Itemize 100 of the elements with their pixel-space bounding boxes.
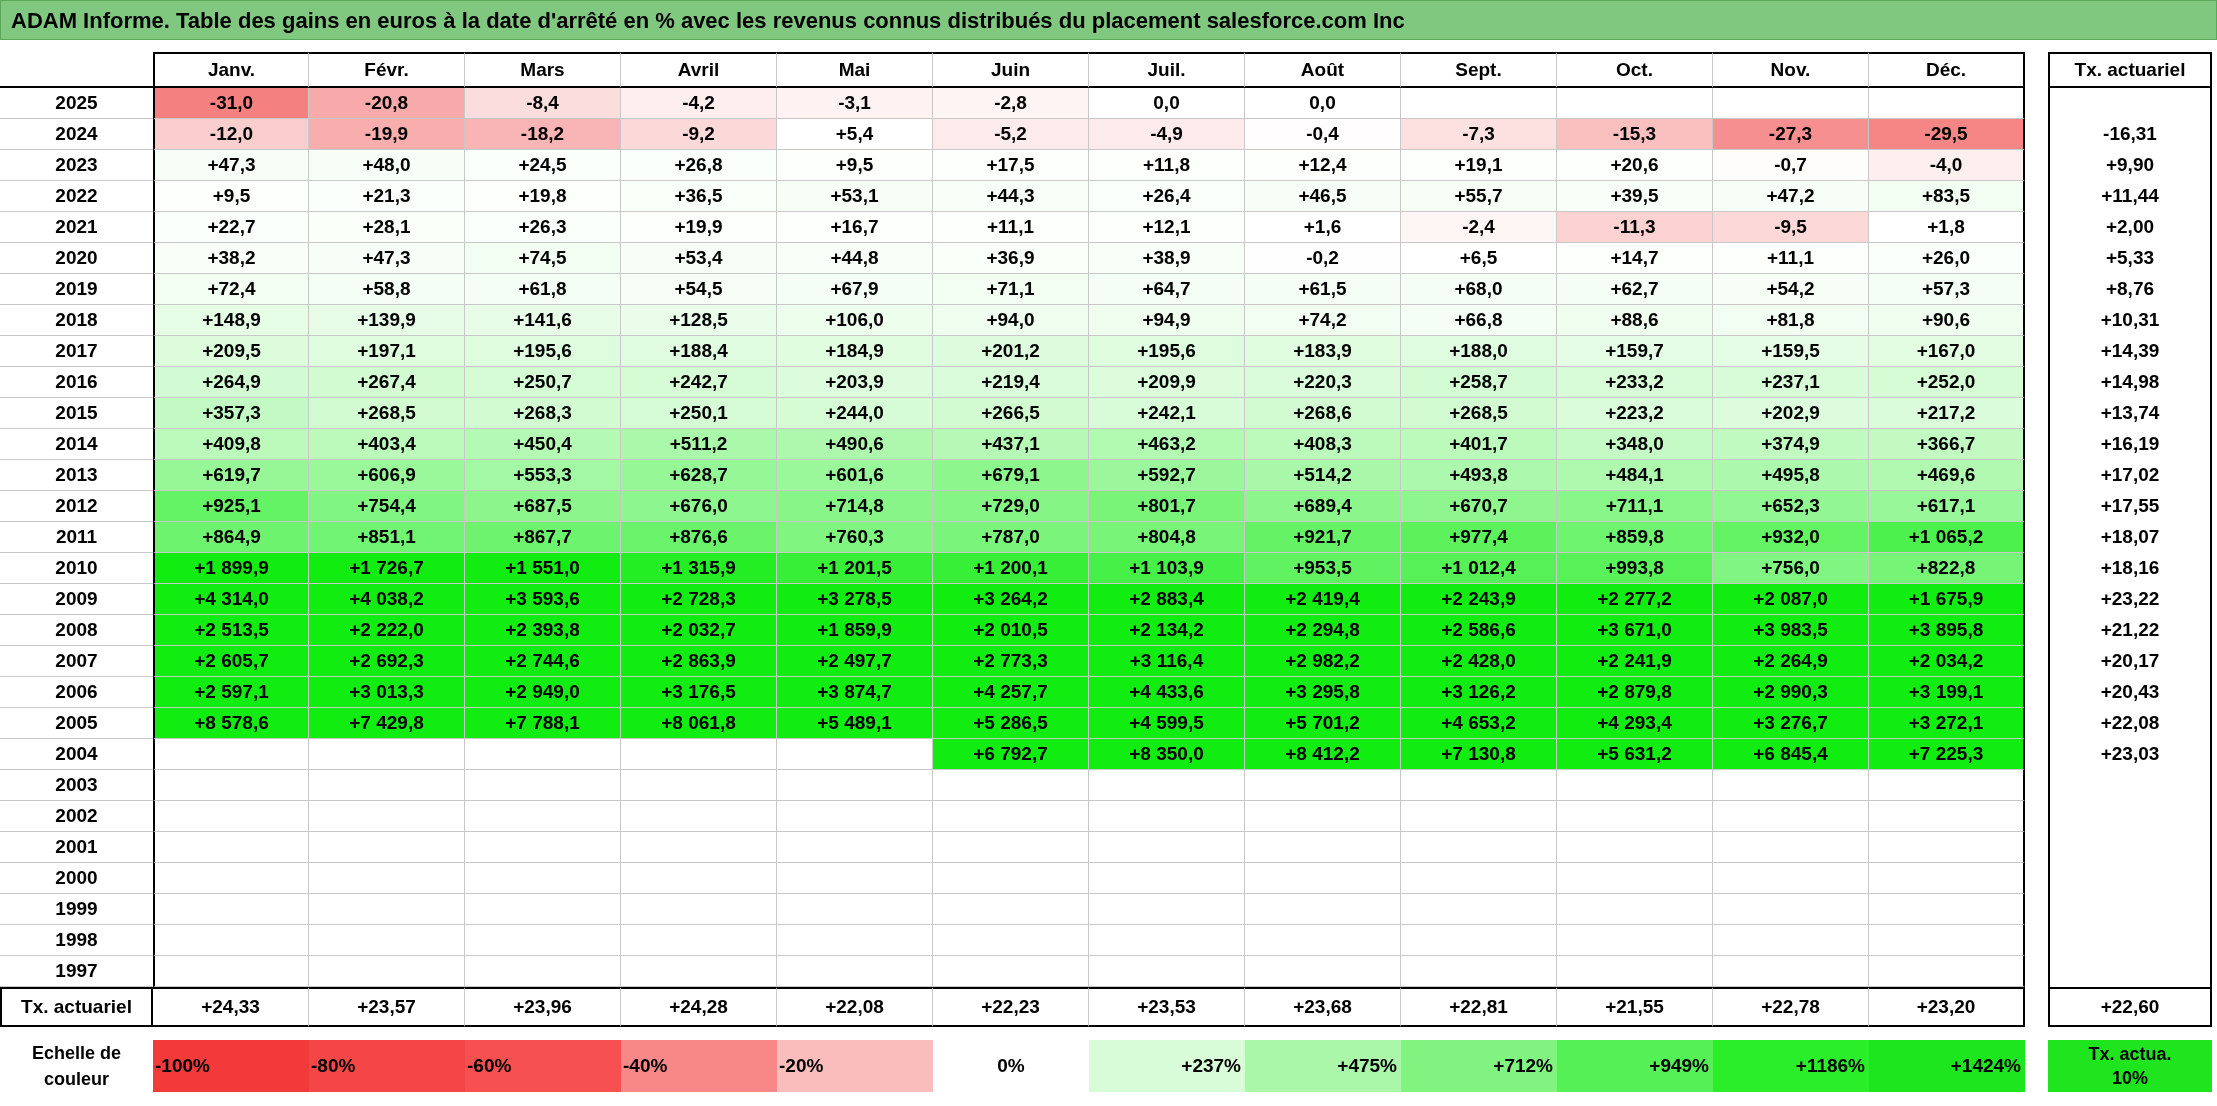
table-cell: +106,0 <box>777 305 933 336</box>
table-cell: +54,5 <box>621 274 777 305</box>
table-cell: +68,0 <box>1401 274 1557 305</box>
table-cell: +47,3 <box>153 150 309 181</box>
table-cell: -31,0 <box>153 88 309 119</box>
table-cell: +3 295,8 <box>1245 677 1401 708</box>
rate-cell: +17,02 <box>2048 460 2212 491</box>
table-cell: +6,5 <box>1401 243 1557 274</box>
table-cell: +689,4 <box>1245 491 1401 522</box>
table-cell: +7 429,8 <box>309 708 465 739</box>
table-cell: +1,6 <box>1245 212 1401 243</box>
table-cell: -11,3 <box>1557 212 1713 243</box>
table-cell: +2 032,7 <box>621 615 777 646</box>
table-cell: +2 883,4 <box>1089 584 1245 615</box>
table-cell: +5 631,2 <box>1557 739 1713 770</box>
table-cell: +201,2 <box>933 336 1089 367</box>
table-cell: +19,1 <box>1401 150 1557 181</box>
table-cell: +36,5 <box>621 181 777 212</box>
table-cell: +61,8 <box>465 274 621 305</box>
table-cell: +3 272,1 <box>1869 708 2025 739</box>
table-cell: +7 225,3 <box>1869 739 2025 770</box>
table-cell: +24,33 <box>153 987 309 1027</box>
table-cell: +450,4 <box>465 429 621 460</box>
table-cell: +977,4 <box>1401 522 1557 553</box>
table-cell: -4,0 <box>1869 150 2025 181</box>
column-header: Déc. <box>1869 52 2025 88</box>
table-cell: +687,5 <box>465 491 621 522</box>
rate-cell: +18,16 <box>2048 553 2212 584</box>
table-cell: +4 599,5 <box>1089 708 1245 739</box>
table-cell: +7 788,1 <box>465 708 621 739</box>
table-cell: 0,0 <box>1245 88 1401 119</box>
table-cell: +58,8 <box>309 274 465 305</box>
legend-swatch: -20% <box>777 1040 933 1092</box>
table-cell: +44,8 <box>777 243 933 274</box>
table-cell: +71,1 <box>933 274 1089 305</box>
table-cell: +729,0 <box>933 491 1089 522</box>
table-cell: +220,3 <box>1245 367 1401 398</box>
table-cell: +437,1 <box>933 429 1089 460</box>
table-cell: +2 222,0 <box>309 615 465 646</box>
table-cell: +619,7 <box>153 460 309 491</box>
legend-swatch: +1424% <box>1869 1040 2025 1092</box>
rate-cell: +8,76 <box>2048 274 2212 305</box>
table-cell: +993,8 <box>1557 553 1713 584</box>
table-cell: -7,3 <box>1401 119 1557 150</box>
table-cell: +237,1 <box>1713 367 1869 398</box>
table-cell: +2 982,2 <box>1245 646 1401 677</box>
table-cell: -27,3 <box>1713 119 1869 150</box>
table-cell: +714,8 <box>777 491 933 522</box>
table-cell: +851,1 <box>309 522 465 553</box>
table-cell: +3 276,7 <box>1713 708 1869 739</box>
rate-cell: +22,08 <box>2048 708 2212 739</box>
table-cell: +2 277,2 <box>1557 584 1713 615</box>
table-cell: +16,7 <box>777 212 933 243</box>
table-cell: +12,1 <box>1089 212 1245 243</box>
table-cell: +167,0 <box>1869 336 2025 367</box>
table-cell: -2,4 <box>1401 212 1557 243</box>
table-cell: +268,5 <box>309 398 465 429</box>
table-cell: +628,7 <box>621 460 777 491</box>
table-cell: +11,1 <box>1713 243 1869 274</box>
table-cell: +233,2 <box>1557 367 1713 398</box>
legend-swatch: -60% <box>465 1040 621 1092</box>
table-cell: +484,1 <box>1557 460 1713 491</box>
table-cell: +3 671,0 <box>1557 615 1713 646</box>
table-cell: +195,6 <box>465 336 621 367</box>
table-cell: -3,1 <box>777 88 933 119</box>
table-cell: +2 990,3 <box>1713 677 1869 708</box>
table-cell: +756,0 <box>1713 553 1869 584</box>
table-cell: +711,1 <box>1557 491 1713 522</box>
table-cell: +159,5 <box>1713 336 1869 367</box>
table-cell: +39,5 <box>1557 181 1713 212</box>
table-cell: -15,3 <box>1557 119 1713 150</box>
table-cell: +921,7 <box>1245 522 1401 553</box>
table-cell: +38,9 <box>1089 243 1245 274</box>
table-cell: +21,3 <box>309 181 465 212</box>
legend-swatch: -80% <box>309 1040 465 1092</box>
table-cell: +2 241,9 <box>1557 646 1713 677</box>
table-cell: +268,6 <box>1245 398 1401 429</box>
table-cell: +188,0 <box>1401 336 1557 367</box>
table-cell: +26,8 <box>621 150 777 181</box>
table-cell: +8 578,6 <box>153 708 309 739</box>
table-cell: +242,7 <box>621 367 777 398</box>
table-cell: +11,8 <box>1089 150 1245 181</box>
table-cell: +822,8 <box>1869 553 2025 584</box>
table-cell: +2 393,8 <box>465 615 621 646</box>
table-cell: +953,5 <box>1245 553 1401 584</box>
table-cell: +3 013,3 <box>309 677 465 708</box>
table-cell: +6 845,4 <box>1713 739 1869 770</box>
table-cell: +553,3 <box>465 460 621 491</box>
table-cell: +3 278,5 <box>777 584 933 615</box>
table-cell: -8,4 <box>465 88 621 119</box>
table-cell: +2 586,6 <box>1401 615 1557 646</box>
table-cell: 0,0 <box>1089 88 1245 119</box>
table-cell: +1 899,9 <box>153 553 309 584</box>
table-cell: +11,1 <box>933 212 1089 243</box>
table-cell: +26,4 <box>1089 181 1245 212</box>
table-cell: -9,2 <box>621 119 777 150</box>
table-cell: +2 419,4 <box>1245 584 1401 615</box>
table-cell: +409,8 <box>153 429 309 460</box>
table-cell: +2 863,9 <box>621 646 777 677</box>
rate-cell: +17,55 <box>2048 491 2212 522</box>
